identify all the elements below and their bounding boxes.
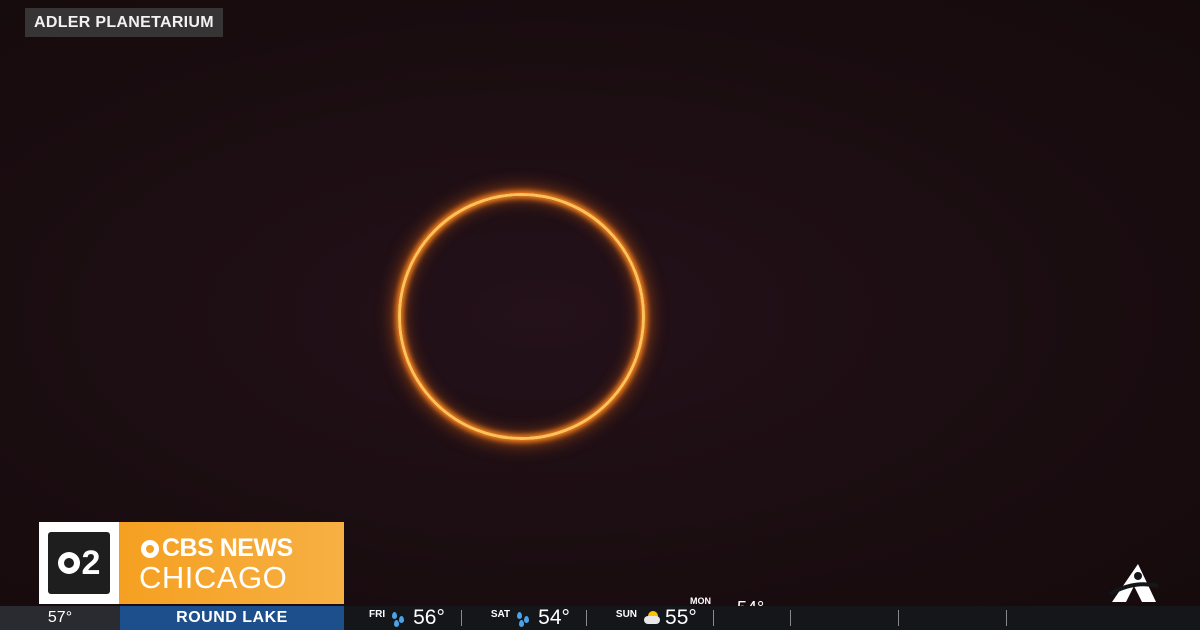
forecast-day-sun: SUN 55°: [591, 606, 709, 630]
annular-eclipse-ring: [398, 193, 645, 440]
station-logo: 2 CBS NEWS CHICAGO: [39, 522, 344, 604]
cbs2-logo: 2: [39, 522, 119, 604]
cbs-eye-small-icon: [141, 539, 159, 558]
channel-number: 2: [81, 544, 101, 582]
broadcast-frame: ADLER PLANETARIUM 2 CBS NEWS CHICAGO MON…: [0, 0, 1200, 630]
rain-icon: [390, 610, 408, 627]
ticker-location: ROUND LAKE: [120, 606, 344, 630]
ticker-divider: [460, 610, 462, 626]
brand-panel: CBS NEWS CHICAGO: [119, 522, 344, 604]
current-temp: 57°: [0, 606, 120, 630]
forecast-temp: 55°: [665, 606, 697, 629]
partly-cloudy-icon: [642, 610, 661, 626]
forecast-strip: FRI 56° SAT 54° SUN 55°: [344, 606, 1200, 630]
ticker-divider: [898, 610, 899, 626]
brand-line2: CHICAGO: [139, 560, 288, 595]
brand-line1: CBS NEWS: [162, 534, 293, 562]
brand-line1-wrap: CBS NEWS: [141, 534, 293, 563]
weather-team-logo-icon: [1108, 564, 1159, 602]
cbs-eye-icon: [57, 552, 80, 574]
ticker-divider: [1006, 610, 1007, 626]
image-credit: ADLER PLANETARIUM: [25, 8, 223, 37]
forecast-temp: 54°: [538, 606, 570, 629]
forecast-day-sat: SAT 54°: [466, 606, 582, 630]
forecast-day-label: SAT: [490, 609, 511, 620]
rain-icon: [515, 610, 533, 627]
forecast-day-fri: FRI 56°: [344, 606, 457, 630]
weather-ticker: 57° ROUND LAKE FRI 56° SAT 54° SUN 55°: [0, 606, 1200, 630]
ticker-divider: [712, 610, 714, 626]
forecast-temp: 56°: [413, 606, 445, 629]
ticker-divider: [790, 610, 791, 626]
forecast-day-label: MON: [690, 596, 711, 606]
ticker-divider: [585, 610, 587, 626]
forecast-day-label: SUN: [615, 609, 638, 620]
forecast-day-label: FRI: [369, 609, 386, 620]
